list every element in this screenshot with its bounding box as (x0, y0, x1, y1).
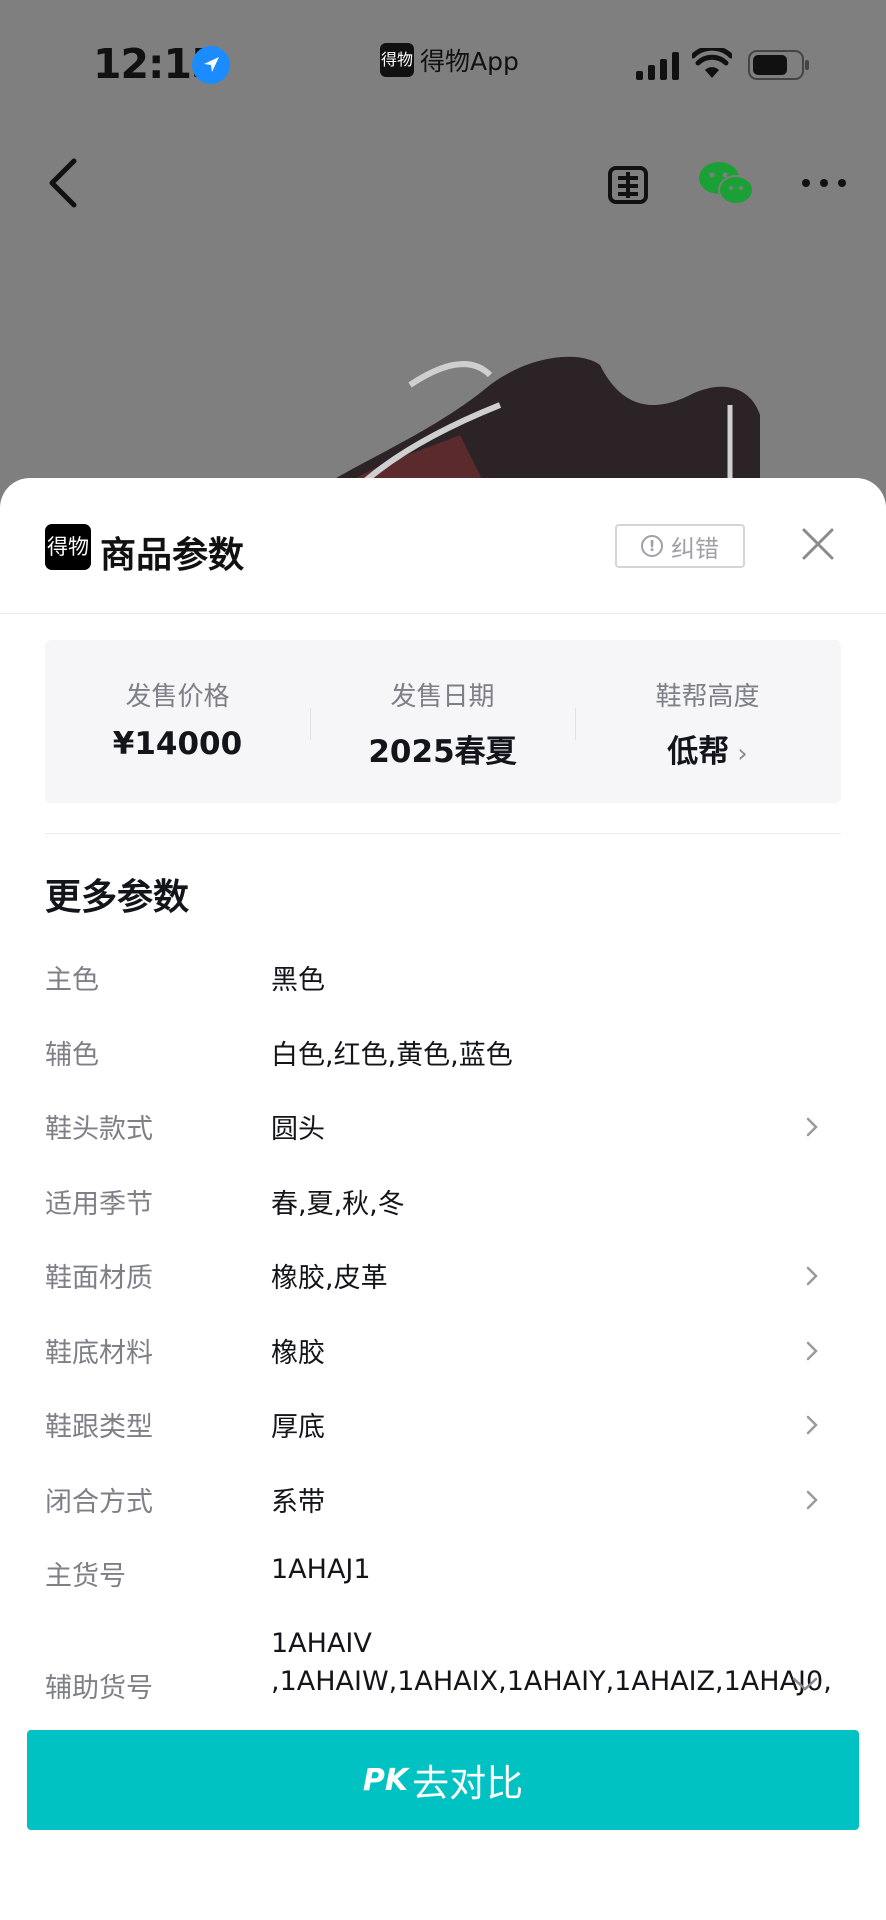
param-row[interactable]: 鞋跟类型 厚底 (0, 1393, 886, 1453)
param-value: 橡胶 (271, 1337, 325, 1369)
summary-release-date: 发售日期 2025春夏 (310, 640, 575, 803)
exclamation-icon: ! (641, 535, 663, 557)
wifi-icon (692, 48, 732, 78)
pk-label: PK (362, 1762, 409, 1798)
param-row[interactable]: 鞋面材质 橡胶,皮革 (0, 1244, 886, 1304)
chevron-right-icon (806, 1341, 818, 1360)
param-value: 橡胶,皮革 (271, 1263, 388, 1294)
chevron-right-icon (806, 1415, 818, 1435)
summary-card: 发售价格 ¥14000 发售日期 2025春夏 鞋帮高度 低帮 › (45, 640, 841, 803)
sheet-header: 得物 商品参数 ! 纠错 (0, 478, 886, 614)
param-key: 适用季节 (45, 1188, 153, 1220)
param-key: 辅助货号 (45, 1673, 153, 1704)
sell-icon[interactable] (604, 160, 652, 210)
product-params-sheet: 得物 商品参数 ! 纠错 发售价格 ¥14000 发售日期 2025春夏 鞋帮高… (0, 478, 886, 1920)
chevron-right-icon (806, 1117, 818, 1137)
more-params-title: 更多参数 (45, 877, 190, 918)
param-row: 辅色 白色,红色,黄色,蓝色 (0, 1021, 886, 1081)
param-key: 主货号 (45, 1561, 126, 1592)
param-key: 闭合方式 (45, 1486, 153, 1518)
param-key: 鞋面材质 (45, 1263, 153, 1294)
summary-value: ¥14000 (112, 726, 243, 762)
chevron-right-icon: › (737, 739, 748, 769)
pk-button-label: 去对比 (412, 1762, 524, 1805)
summary-label: 发售日期 (390, 682, 495, 712)
cellular-signal-icon (636, 52, 679, 80)
chevron-right-icon (806, 1266, 818, 1286)
param-value: 白色,红色,黄色,蓝色 (271, 1039, 513, 1071)
summary-release-price: 发售价格 ¥14000 (45, 640, 310, 803)
status-bar: 12:15 得物 得物App (0, 0, 886, 120)
summary-value: 低帮 › (575, 726, 840, 771)
param-key: 主色 (45, 965, 99, 996)
param-value: 系带 (271, 1486, 325, 1518)
report-error-button[interactable]: ! 纠错 (615, 524, 745, 568)
divider (45, 833, 841, 834)
back-icon[interactable] (44, 155, 84, 211)
param-value-line2: ,1AHAIW,1AHAIX,1AHAIY,1AHAIZ,1AHAJ0, (271, 1666, 832, 1697)
param-value: 春,夏,秋,冬 (271, 1188, 405, 1220)
wechat-icon[interactable] (698, 160, 754, 208)
summary-value: 2025春夏 (368, 734, 517, 770)
more-icon[interactable] (800, 168, 848, 198)
param-value: 1AHAJ1 (271, 1554, 371, 1585)
app-logo-icon: 得物 (380, 43, 414, 77)
param-value-line1: 1AHAIV (271, 1628, 372, 1659)
param-row[interactable]: 鞋头款式 圆头 (0, 1095, 886, 1155)
param-value: 厚底 (271, 1412, 325, 1443)
location-arrow-icon (192, 46, 230, 84)
param-row[interactable]: 鞋底材料 橡胶 (0, 1319, 886, 1379)
param-value: 圆头 (271, 1114, 325, 1145)
param-row[interactable]: 闭合方式 系带 (0, 1468, 886, 1528)
chevron-right-icon (806, 1490, 818, 1509)
param-row: 适用季节 春,夏,秋,冬 (0, 1170, 886, 1230)
param-key: 鞋底材料 (45, 1337, 153, 1369)
report-error-label: 纠错 (671, 534, 719, 563)
param-row: 主色 黑色 (0, 946, 886, 1006)
product-image (310, 356, 760, 495)
param-key: 鞋头款式 (45, 1114, 153, 1145)
sheet-title: 商品参数 (100, 535, 245, 576)
summary-label: 鞋帮高度 (655, 682, 760, 712)
app-name: 得物App (420, 47, 519, 76)
param-key: 辅色 (45, 1039, 99, 1071)
summary-value-text: 低帮 (667, 734, 730, 770)
dewu-logo-icon: 得物 (45, 524, 91, 570)
battery-icon (748, 50, 809, 80)
summary-label: 发售价格 (125, 682, 230, 712)
param-value: 黑色 (271, 965, 325, 996)
pk-compare-button[interactable]: PK 去对比 (27, 1730, 859, 1830)
chevron-down-icon[interactable] (790, 1674, 820, 1694)
close-icon[interactable] (798, 524, 838, 564)
param-key: 鞋跟类型 (45, 1412, 153, 1443)
param-row-aux-sku[interactable]: 辅助货号 1AHAIV ,1AHAIW,1AHAIX,1AHAIY,1AHAIZ… (0, 1618, 886, 1738)
back-to-app-indicator[interactable]: 得物 得物App (380, 42, 519, 78)
summary-upper-height[interactable]: 鞋帮高度 低帮 › (575, 640, 840, 803)
param-row: 主货号 1AHAJ1 (0, 1542, 886, 1602)
